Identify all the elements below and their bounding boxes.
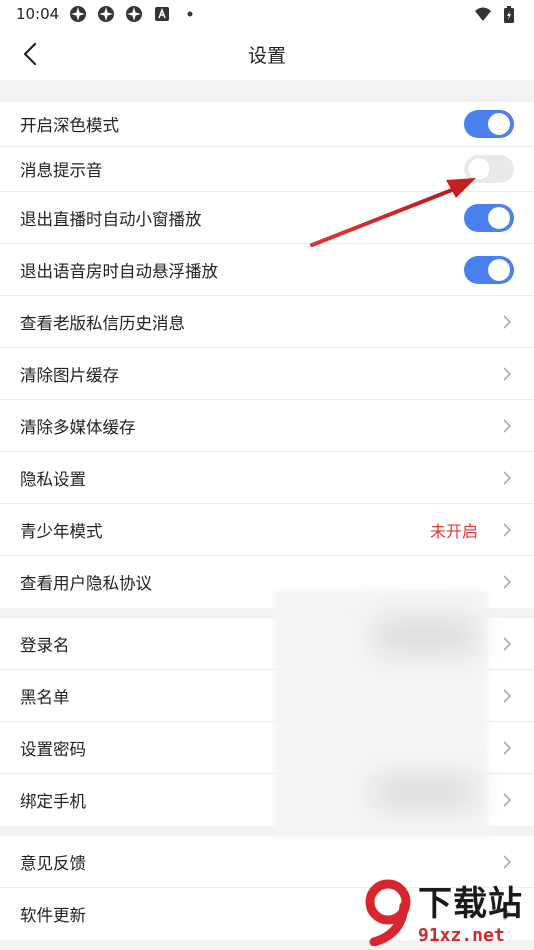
site-watermark: 下载站 91xz.net bbox=[358, 874, 530, 948]
wifi-icon bbox=[474, 5, 492, 23]
app-icon bbox=[69, 5, 87, 23]
a-badge-icon bbox=[153, 5, 171, 23]
row-message-sound: 消息提示音 bbox=[0, 147, 534, 192]
page-title: 设置 bbox=[247, 44, 286, 67]
voice-float-toggle[interactable] bbox=[464, 255, 514, 284]
redaction-blur bbox=[274, 590, 488, 838]
row-label: 退出语音房时自动悬浮播放 bbox=[20, 261, 218, 281]
row-teen-mode[interactable]: 青少年模式 未开启 bbox=[0, 504, 534, 556]
chevron-right-icon bbox=[500, 852, 514, 872]
dark-mode-toggle[interactable] bbox=[464, 110, 514, 138]
row-label: 查看老版私信历史消息 bbox=[20, 313, 185, 333]
row-label: 清除多媒体缓存 bbox=[20, 417, 136, 437]
chevron-right-icon bbox=[500, 312, 514, 332]
chevron-left-icon bbox=[23, 42, 37, 66]
chevron-right-icon bbox=[500, 468, 514, 488]
live-pip-toggle[interactable] bbox=[464, 203, 514, 232]
back-button[interactable] bbox=[12, 36, 48, 72]
dot-icon bbox=[181, 5, 199, 23]
battery-icon bbox=[500, 5, 518, 23]
row-live-pip: 退出直播时自动小窗播放 bbox=[0, 192, 534, 244]
chevron-right-icon bbox=[500, 634, 514, 654]
row-dark-mode: 开启深色模式 bbox=[0, 102, 534, 147]
row-clear-media-cache[interactable]: 清除多媒体缓存 bbox=[0, 400, 534, 452]
chevron-right-icon bbox=[500, 364, 514, 384]
chevron-right-icon bbox=[500, 520, 514, 540]
row-old-messages[interactable]: 查看老版私信历史消息 bbox=[0, 296, 534, 348]
chevron-right-icon bbox=[500, 790, 514, 810]
logo-nine-icon bbox=[365, 879, 411, 946]
app-icon bbox=[97, 5, 115, 23]
chevron-right-icon bbox=[500, 738, 514, 758]
row-label: 清除图片缓存 bbox=[20, 365, 119, 385]
message-sound-toggle[interactable] bbox=[464, 155, 514, 183]
row-label: 意见反馈 bbox=[20, 853, 86, 873]
row-label: 消息提示音 bbox=[20, 161, 103, 180]
settings-group-general: 开启深色模式 消息提示音 退出直播时自动小窗播放 退出语音房时自动悬浮播放 查看… bbox=[0, 102, 534, 608]
chevron-right-icon bbox=[500, 572, 514, 592]
status-bar: 10:04 bbox=[0, 0, 534, 28]
row-voice-float: 退出语音房时自动悬浮播放 bbox=[0, 244, 534, 296]
app-icon bbox=[125, 5, 143, 23]
row-clear-image-cache[interactable]: 清除图片缓存 bbox=[0, 348, 534, 400]
chevron-right-icon bbox=[500, 686, 514, 706]
chevron-right-icon bbox=[500, 416, 514, 436]
nav-bar: 设置 bbox=[0, 28, 534, 80]
teen-mode-status: 未开启 bbox=[429, 521, 478, 541]
row-label: 隐私设置 bbox=[20, 469, 86, 489]
status-time: 10:04 bbox=[16, 5, 60, 23]
row-label: 退出直播时自动小窗播放 bbox=[20, 209, 202, 229]
row-label: 青少年模式 bbox=[20, 521, 103, 541]
row-label: 开启深色模式 bbox=[20, 116, 119, 135]
watermark-text: 下载站 bbox=[418, 884, 523, 924]
row-privacy-settings[interactable]: 隐私设置 bbox=[0, 452, 534, 504]
watermark-url: 91xz.net bbox=[418, 925, 505, 946]
